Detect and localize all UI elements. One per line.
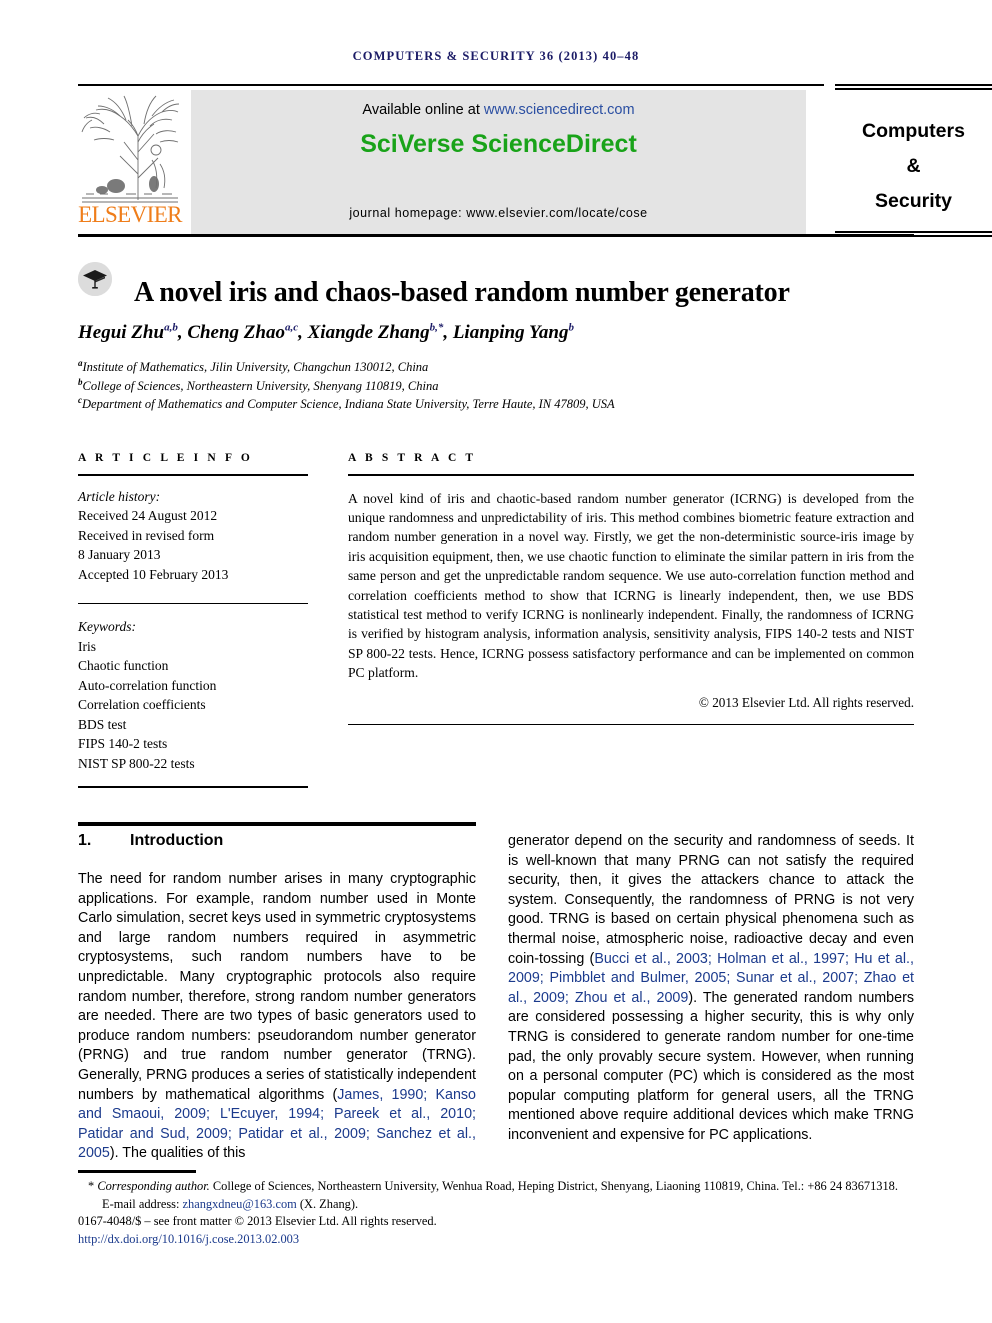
- email-link[interactable]: zhangxdneu@163.com: [183, 1197, 297, 1211]
- section-title: Introduction: [130, 832, 224, 849]
- intro-right-pre: generator depend on the security and ran…: [508, 833, 914, 967]
- journal-name: Computers & Security: [835, 114, 992, 219]
- article-history-item: Accepted 10 February 2013: [78, 566, 229, 582]
- abstract-bottom-rule: [348, 723, 914, 726]
- sciencedirect-link[interactable]: www.sciencedirect.com: [484, 102, 635, 118]
- journal-name-line-2: &: [906, 155, 921, 177]
- email-suffix: (X. Zhang).: [296, 1196, 359, 1211]
- email-label: E-mail address:: [102, 1196, 183, 1211]
- affiliation-list: aInstitute of Mathematics, Jilin Univers…: [78, 358, 914, 414]
- keywords-heading: Keywords:: [78, 619, 136, 635]
- article-history-item: 8 January 2013: [78, 547, 161, 563]
- journal-homepage-line: journal homepage: www.elsevier.com/locat…: [349, 206, 648, 220]
- affiliation-item: cDepartment of Mathematics and Computer …: [78, 394, 615, 411]
- corresponding-label: Corresponding author.: [97, 1179, 210, 1193]
- elsevier-wordmark: ELSEVIER: [78, 202, 182, 227]
- masthead: ELSEVIER Available online at www.science…: [78, 84, 992, 237]
- author-affiliation-mark: a,c: [284, 321, 299, 334]
- graduation-cap-icon: [78, 262, 112, 296]
- abstract-label: A B S T R A C T: [348, 452, 477, 464]
- journal-name-line-3: Security: [875, 190, 952, 212]
- author-affiliation-mark: a,b: [164, 321, 178, 334]
- footnote-block: * Corresponding author. College of Scien…: [78, 1178, 914, 1248]
- keywords-list: Iris Chaotic function Auto-correlation fun…: [78, 637, 308, 774]
- article-history-heading: Article history:: [78, 488, 161, 504]
- intro-left-post: ). The qualities of this: [109, 1145, 246, 1162]
- intro-paragraph-right: generator depend on the security and ran…: [508, 832, 914, 1146]
- author-name: Xiangde Zhang: [307, 322, 430, 343]
- sciencedirect-panel: Available online at www.sciencedirect.co…: [191, 90, 806, 234]
- abstract-rule: [348, 474, 914, 476]
- available-online-text: Available online at: [362, 102, 484, 118]
- elsevier-logo: ELSEVIER: [78, 90, 183, 234]
- author-affiliation-mark: b: [568, 321, 574, 334]
- author-affiliation-mark: b,*: [429, 321, 444, 334]
- article-history: Article history: Received 24 August 2012…: [78, 487, 308, 585]
- keyword-item: Chaotic function: [78, 658, 169, 674]
- author-name: Hegui Zhu: [78, 322, 165, 343]
- body-column-right: generator depend on the security and ran…: [508, 832, 914, 1146]
- keyword-item: BDS test: [78, 716, 127, 732]
- corresponding-marker: *: [88, 1179, 95, 1193]
- keyword-item: Iris: [78, 638, 96, 654]
- abstract-copyright: © 2013 Elsevier Ltd. All rights reserved…: [698, 694, 914, 710]
- journal-title-box: Computers & Security: [835, 84, 992, 237]
- section-top-rule: [78, 822, 476, 826]
- section-heading: 1. Introduction: [78, 832, 476, 850]
- page-title: A novel iris and chaos-based random numb…: [134, 276, 790, 308]
- corresponding-author-note: * Corresponding author. College of Scien…: [78, 1178, 914, 1196]
- masthead-top-rule: [78, 84, 824, 86]
- body-column-left: 1. Introduction The need for random numbe…: [78, 832, 476, 1164]
- keyword-item: Auto-correlation function: [78, 677, 217, 693]
- issn-copyright-line: 0167-4048/$ – see front matter © 2013 El…: [78, 1214, 437, 1229]
- journal-box-bottom-rule: [835, 231, 992, 233]
- author-name: Cheng Zhao: [187, 322, 285, 343]
- article-info-label: A R T I C L E I N F O: [78, 452, 253, 464]
- intro-left-pre: The need for random number arises in man…: [78, 871, 476, 1103]
- doi-link[interactable]: http://dx.doi.org/10.1016/j.cose.2013.02…: [78, 1231, 914, 1249]
- abstract-text: A novel kind of iris and chaotic-based r…: [348, 490, 914, 681]
- intro-paragraph-left: The need for random number arises in man…: [78, 870, 476, 1164]
- article-info-bottom-rule: [78, 786, 308, 788]
- affiliation-item: bCollege of Sciences, Northeastern Unive…: [78, 376, 439, 393]
- affiliation-mark: c: [78, 394, 82, 405]
- available-online-line: Available online at www.sciencedirect.co…: [191, 102, 806, 118]
- footnote-rule: [78, 1170, 196, 1173]
- sciverse-sciencedirect-brand: SciVerse ScienceDirect: [360, 130, 637, 158]
- affiliation-mark: b: [78, 376, 83, 387]
- journal-box-top-rule: [835, 84, 992, 86]
- journal-article-page: COMPUTERS & SECURITY 36 (2013) 40–48 ELS…: [0, 0, 992, 1323]
- keyword-item: FIPS 140-2 tests: [78, 736, 168, 752]
- article-history-item: Received in revised form: [78, 527, 215, 543]
- author-list: Hegui Zhua,b, Cheng Zhaoa,c, Xiangde Zha…: [78, 321, 574, 343]
- keywords-block: Keywords: Iris Chaotic function Auto-corre…: [78, 603, 308, 773]
- running-head: COMPUTERS & SECURITY 36 (2013) 40–48: [352, 49, 640, 63]
- affiliation-mark: a: [78, 357, 83, 368]
- keyword-item: Correlation coefficients: [78, 697, 206, 713]
- email-note: E-mail address: zhangxdneu@163.com (X. Z…: [78, 1196, 914, 1214]
- corresponding-text: College of Sciences, Northeastern Univer…: [209, 1179, 898, 1193]
- journal-name-line-1: Computers: [862, 120, 965, 142]
- keyword-item: NIST SP 800-22 tests: [78, 755, 195, 771]
- intro-right-post: ). The generated random numbers are cons…: [508, 989, 914, 1143]
- article-info-block: A R T I C L E I N F O Article history: R…: [78, 452, 308, 788]
- article-history-item: Received 24 August 2012: [78, 508, 218, 524]
- article-info-rule: [78, 474, 308, 476]
- affiliation-item: aInstitute of Mathematics, Jilin Univers…: [78, 357, 429, 374]
- elsevier-tree-icon: [81, 95, 180, 203]
- abstract-block: A B S T R A C T A novel kind of iris and…: [348, 452, 914, 726]
- masthead-bottom-rule: [78, 234, 914, 237]
- author-name: Lianping Yang: [452, 322, 569, 343]
- article-history-lines: Received 24 August 2012 Received in revis…: [78, 506, 308, 584]
- section-number: 1.: [78, 832, 92, 849]
